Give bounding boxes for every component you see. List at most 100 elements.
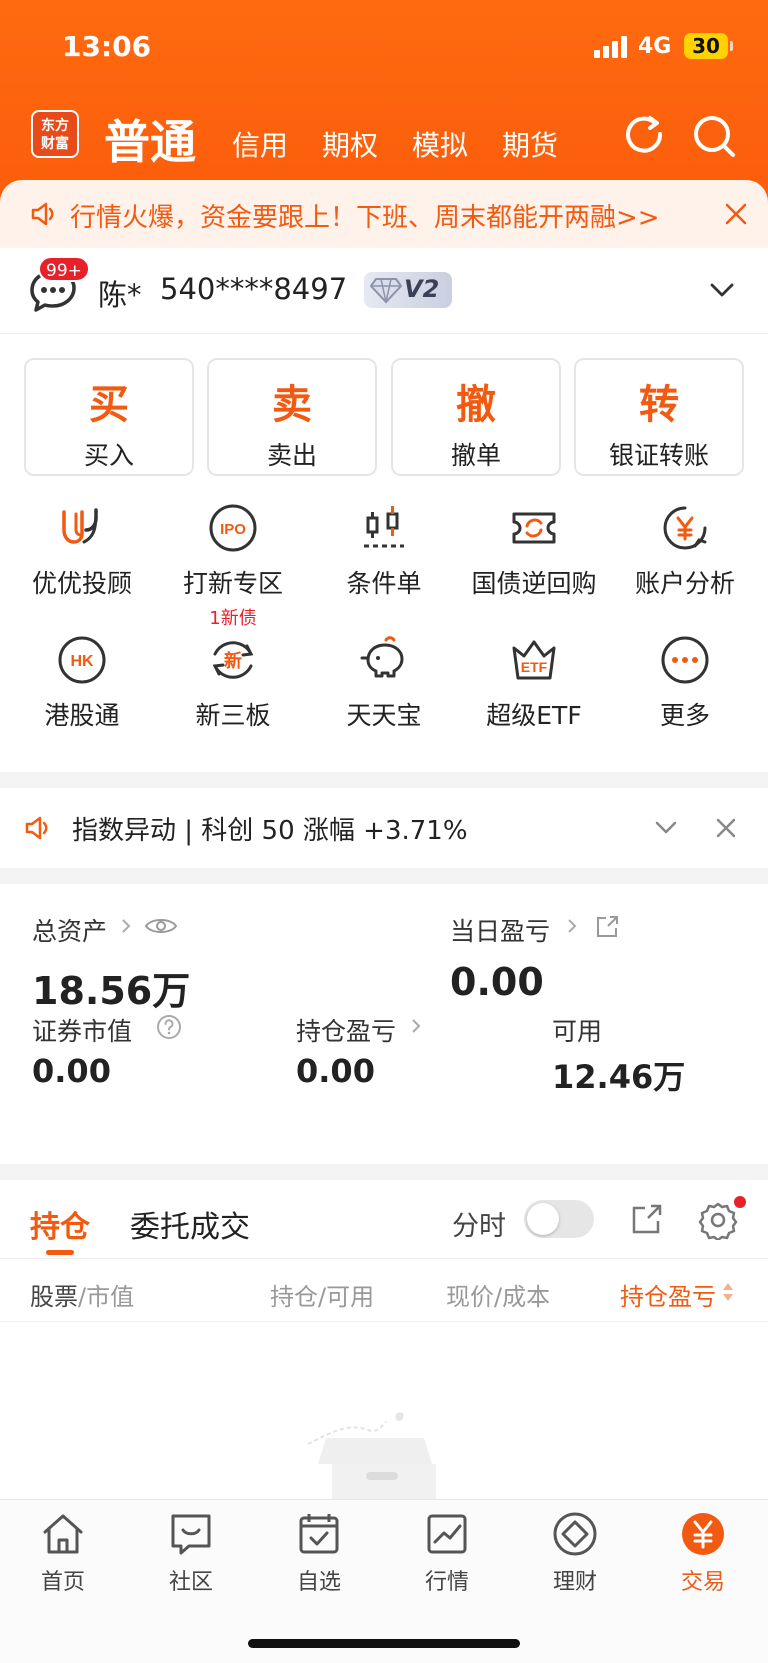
cancel-glyph: 撤 [456,382,496,428]
eye-icon[interactable] [144,914,178,938]
col-price-sub: /成本 [494,1283,551,1311]
toggle-knob [527,1203,559,1235]
grid-new-third-board[interactable]: 新 新三板 [157,634,309,732]
total-assets-label[interactable]: 总资产 [32,912,107,948]
share-external-icon[interactable] [594,914,620,940]
gear-icon[interactable] [698,1200,738,1240]
timeshare-label: 分时 [452,1211,506,1242]
market-value-label: 证券市值 [32,1017,133,1046]
grid-reverse-repo[interactable]: 国债逆回购 [458,502,610,600]
col-stock[interactable]: 股票/市值 [30,1277,134,1312]
empty-box-illustration [307,1412,436,1502]
timeshare-toggle[interactable] [524,1200,594,1238]
nav-label: 理财 [552,1570,597,1595]
watchlist-icon [299,1514,339,1554]
status-bar: 13:06 4G 30 [0,0,768,96]
new-board-icon: 新 [212,641,254,679]
close-icon[interactable] [724,202,748,226]
grid-more[interactable]: 更多 [609,634,761,732]
sort-icon[interactable] [722,1281,734,1303]
index-alert-bar[interactable]: 指数异动 | 科创 50 涨幅 +3.71% [0,788,768,868]
new-bond-count: 1新债 [209,608,257,629]
svg-text:ETF: ETF [521,659,548,675]
grid-label: 账户分析 [634,569,735,598]
tab-orders-deals[interactable]: 委托成交 [130,1202,250,1246]
total-assets-value: 18.56万 [32,969,191,1013]
grid-label: 更多 [659,701,710,730]
vip-level-badge[interactable]: V2 [364,272,452,308]
vip-level: V2 [404,275,440,303]
col-position-sub: /可用 [318,1283,375,1311]
ipo-icon: IPO [209,504,257,552]
grid-account-analysis[interactable]: 账户分析 [609,502,761,600]
col-stock-main: 股票 [30,1283,78,1311]
tab-positions[interactable]: 持仓 [30,1202,90,1246]
svg-text:HK: HK [70,653,94,670]
available-value: 12.46万 [552,1058,686,1096]
grid-label: 条件单 [346,569,422,598]
sell-button[interactable]: 卖 卖出 [207,358,377,476]
buy-button[interactable]: 买 买入 [24,358,194,476]
promo-banner[interactable]: 行情火爆，资金要跟上！下班、周末都能开两融>> [0,180,768,248]
tab-options[interactable]: 期权 [322,124,378,164]
nav-watchlist[interactable]: 自选 [264,1510,374,1596]
position-pl-label[interactable]: 持仓盈亏 [296,1012,396,1048]
share-external-icon[interactable] [630,1202,664,1236]
sell-glyph: 卖 [272,382,312,428]
grid-uu-advisor[interactable]: 优优投顾 [6,502,158,600]
grid-conditional-order[interactable]: 条件单 [308,502,460,600]
cancel-order-button[interactable]: 撤 撤单 [391,358,561,476]
diamond-icon [553,1512,597,1556]
nav-market[interactable]: 行情 [392,1510,502,1596]
account-bar[interactable]: 99+ 陈* 540****8497 V2 [0,248,768,334]
grid-super-etf[interactable]: ETF 超级ETF [458,634,610,732]
sell-label: 卖出 [266,441,317,470]
etf-crown-icon: ETF [512,640,556,680]
diamond-badge-icon [370,278,402,304]
chevron-down-icon[interactable] [654,816,678,840]
nav-label: 首页 [40,1570,85,1595]
yuan-icon [682,1513,724,1555]
refresh-icon[interactable] [620,112,668,160]
nav-wealth[interactable]: 理财 [520,1510,630,1596]
bank-transfer-button[interactable]: 转 银证转账 [574,358,744,476]
network-type: 4G [638,34,672,59]
grid-ipo-zone[interactable]: IPO 打新专区 1新债 [157,502,309,630]
candlestick-icon [364,506,404,548]
col-price[interactable]: 现价/成本 [446,1277,550,1312]
available-label: 可用 [552,1017,603,1046]
grid-label: 天天宝 [346,701,422,730]
help-icon[interactable] [156,1014,182,1040]
app-root: 13:06 4G 30 东方 财富 普通 信用 期权 模拟 期货 行情火爆，资金要… [0,0,768,1663]
hk-icon: HK [58,636,106,684]
svg-text:IPO: IPO [220,521,246,538]
col-position-pl[interactable]: 持仓盈亏 [620,1277,716,1312]
tab-futures[interactable]: 期货 [502,124,558,164]
buy-label: 买入 [83,441,134,470]
search-icon[interactable] [690,112,738,160]
yen-chart-icon [663,506,707,550]
grid-label: 港股通 [44,701,120,730]
tab-normal[interactable]: 普通 [104,106,196,172]
grid-hk-connect[interactable]: HK 港股通 [6,634,158,732]
grid-label: 国债逆回购 [471,569,597,598]
col-position[interactable]: 持仓/可用 [270,1277,374,1312]
daily-pl-label[interactable]: 当日盈亏 [450,912,550,948]
close-icon[interactable] [715,817,737,839]
tab-simulation[interactable]: 模拟 [412,124,468,164]
nav-home[interactable]: 首页 [8,1510,118,1596]
index-alert-text: 指数异动 | 科创 50 涨幅 +3.71% [72,816,468,846]
nav-trade[interactable]: 交易 [648,1510,758,1596]
grid-tiantianbao[interactable]: 天天宝 [308,634,460,732]
signal-icon [594,34,630,58]
chevron-down-icon[interactable] [708,276,736,304]
more-icon [661,636,709,684]
speaker-icon [31,202,54,226]
piggy-bank-icon [360,636,404,678]
market-chart-icon [427,1514,467,1554]
position-pl-value: 0.00 [296,1052,375,1090]
tab-credit[interactable]: 信用 [232,124,288,164]
col-pl-main: 持仓盈亏 [620,1283,716,1311]
nav-community[interactable]: 社区 [136,1510,246,1596]
app-logo: 东方 财富 [31,110,79,158]
